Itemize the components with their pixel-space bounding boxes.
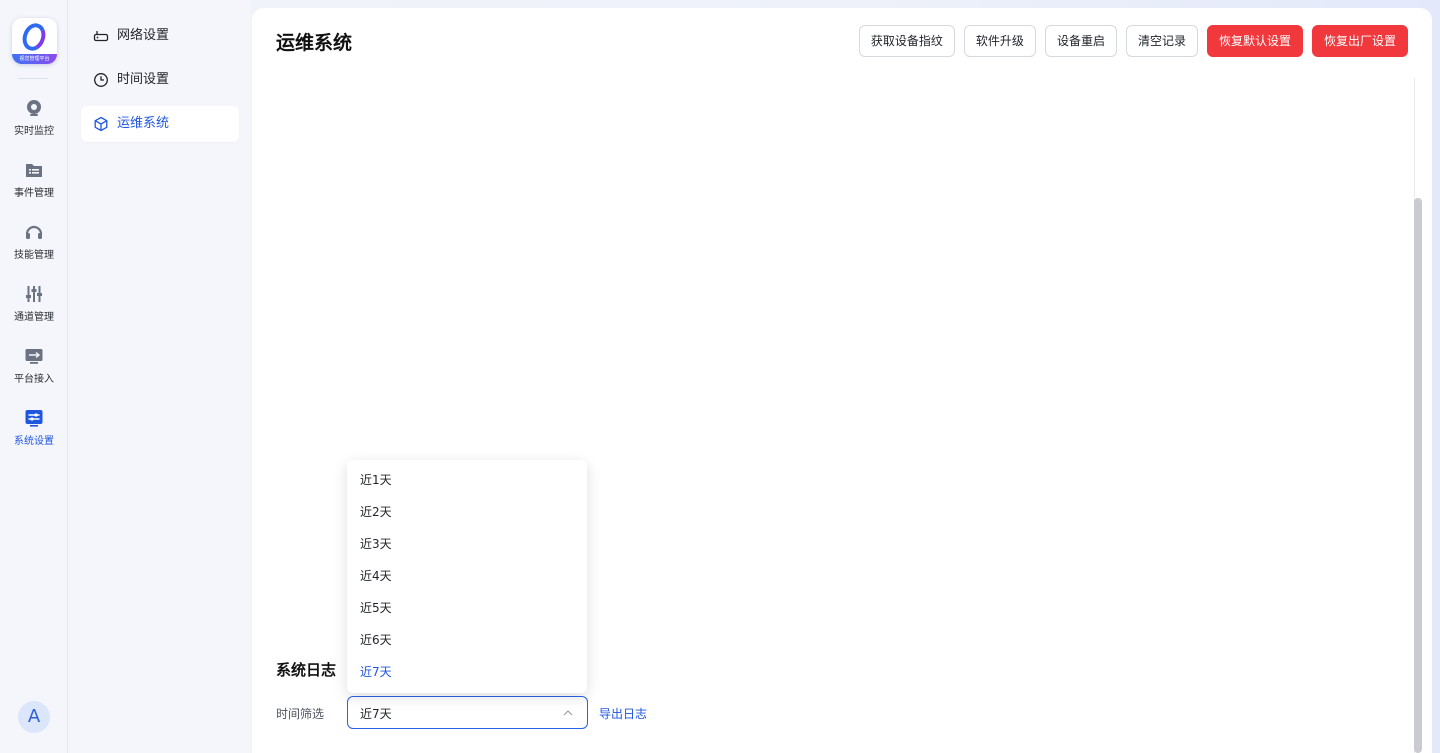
subnav-item-time[interactable]: 时间设置	[81, 62, 239, 98]
clear-records-button[interactable]: 清空记录	[1125, 25, 1198, 57]
subnav-item-ops[interactable]: 运维系统	[81, 106, 239, 142]
camera-icon	[27, 100, 41, 116]
restore-default-button[interactable]: 恢复默认设置	[1206, 25, 1303, 57]
system-log-title: 系统日志	[276, 661, 337, 679]
rail-item-skills[interactable]: 技能管理	[0, 222, 68, 274]
time-filter-dropdown: 近1天 近2天 近3天 近4天 近5天 近6天 近7天	[347, 460, 587, 693]
avatar[interactable]: A	[18, 701, 50, 733]
logo-tag: 视觉管理平台	[12, 54, 57, 64]
time-filter-select[interactable]: 近7天	[347, 696, 588, 729]
subnav-item-label: 运维系统	[117, 116, 170, 131]
settings-panel-icon	[25, 410, 43, 427]
get-fingerprint-button[interactable]: 获取设备指纹	[858, 25, 955, 57]
main-panel: 运维系统 获取设备指纹 软件升级 设备重启 清空记录 恢复默认设置 恢复出厂设置…	[252, 8, 1432, 753]
app-logo[interactable]: 视觉管理平台	[12, 18, 57, 64]
headset-icon	[25, 225, 43, 239]
icon-rail: 视觉管理平台 实时监控 事件管理 技能管理 通道管理 平台接入 系统设置 A	[0, 0, 68, 753]
dropdown-option[interactable]: 近4天	[347, 560, 587, 592]
dropdown-option[interactable]: 近5天	[347, 592, 587, 624]
subnav-item-network[interactable]: 网络设置	[81, 18, 239, 54]
rail-divider	[18, 78, 48, 79]
device-reboot-button[interactable]: 设备重启	[1044, 25, 1117, 57]
rail-item-monitor[interactable]: 实时监控	[0, 98, 68, 150]
time-filter-value: 近7天	[360, 707, 392, 721]
page-title: 运维系统	[276, 32, 353, 54]
toolbar: 获取设备指纹 软件升级 设备重启 清空记录 恢复默认设置 恢复出厂设置	[858, 25, 1408, 57]
monitor-arrow-icon	[25, 349, 43, 364]
rail-item-label: 通道管理	[14, 312, 54, 323]
app-root: 视觉管理平台 实时监控 事件管理 技能管理 通道管理 平台接入 系统设置 A 网…	[0, 0, 1440, 753]
rail-item-channels[interactable]: 通道管理	[0, 284, 68, 336]
dropdown-option[interactable]: 近3天	[347, 528, 587, 560]
export-log-link[interactable]: 导出日志	[599, 705, 647, 722]
dropdown-option[interactable]: 近1天	[347, 464, 587, 496]
rail-item-settings[interactable]: 系统设置	[0, 408, 68, 460]
cube-icon	[94, 116, 108, 132]
rail-item-platform[interactable]: 平台接入	[0, 346, 68, 398]
clock-icon	[94, 73, 108, 87]
logo-mark-icon	[18, 20, 50, 54]
settings-subnav: 网络设置 时间设置 运维系统	[69, 0, 251, 753]
scrollbar-thumb[interactable]	[1414, 198, 1422, 753]
time-filter-label: 时间筛选	[276, 707, 325, 721]
rail-item-label: 平台接入	[14, 374, 54, 385]
subnav-item-label: 时间设置	[117, 72, 170, 87]
software-upgrade-button[interactable]: 软件升级	[963, 25, 1036, 57]
rail-item-label: 事件管理	[14, 188, 54, 199]
dropdown-option[interactable]: 近6天	[347, 624, 587, 656]
dropdown-option[interactable]: 近2天	[347, 496, 587, 528]
chevron-up-icon	[563, 710, 573, 716]
router-icon	[93, 31, 109, 42]
rail-item-events[interactable]: 事件管理	[0, 160, 68, 212]
rail-item-label: 实时监控	[14, 126, 54, 137]
subnav-item-label: 网络设置	[117, 28, 170, 43]
folder-list-icon	[26, 164, 42, 177]
factory-reset-button[interactable]: 恢复出厂设置	[1311, 25, 1408, 57]
sliders-icon	[26, 286, 42, 302]
dropdown-option-selected[interactable]: 近7天	[347, 656, 587, 688]
rail-item-label: 系统设置	[14, 436, 54, 447]
rail-item-label: 技能管理	[14, 250, 54, 261]
